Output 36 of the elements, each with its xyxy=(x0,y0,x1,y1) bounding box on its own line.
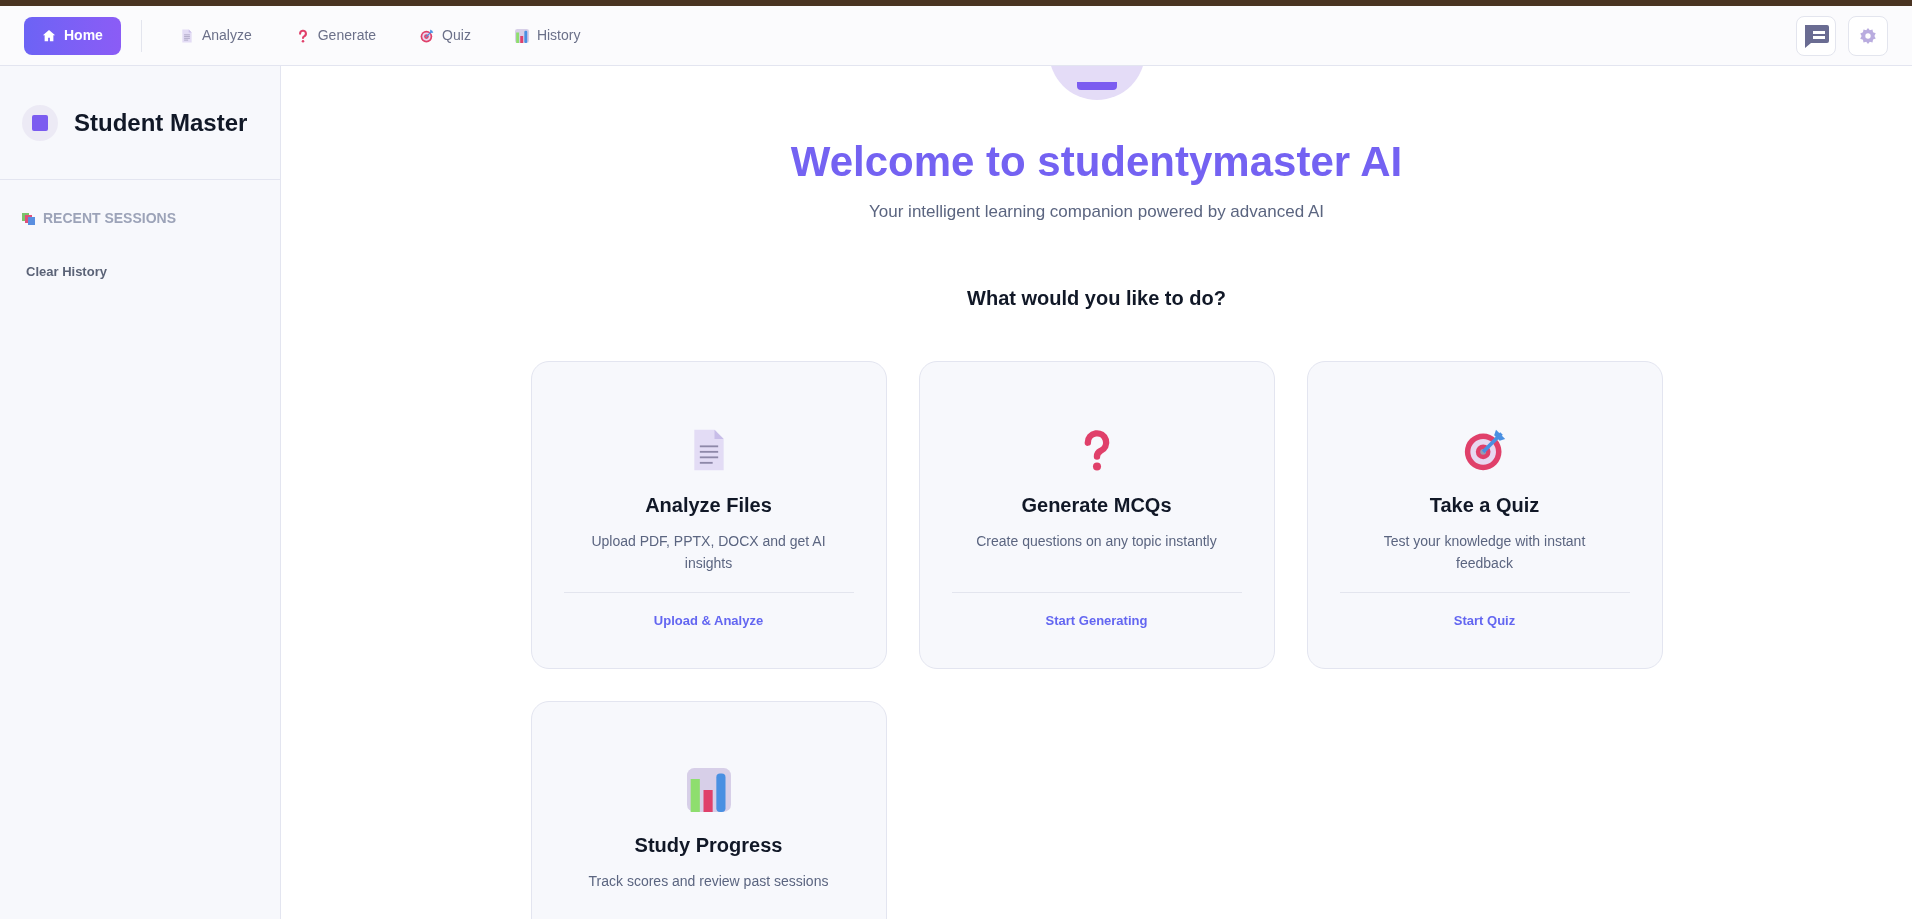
card-action-link[interactable]: Start Generating xyxy=(1045,610,1148,630)
card-description: Upload PDF, PPTX, DOCX and get AI insights xyxy=(590,531,827,573)
card-description: Track scores and review past sessions xyxy=(588,871,829,891)
target-icon xyxy=(1462,427,1507,472)
card-description: Create questions on any topic instantly xyxy=(976,531,1217,551)
clear-history-button[interactable]: Clear History xyxy=(22,262,111,282)
books-icon xyxy=(22,212,35,225)
app-title: Student Master xyxy=(74,107,248,138)
card-description: Test your knowledge with instant feedback xyxy=(1382,531,1587,573)
feature-card[interactable]: Take a Quiz Test your knowledge with instant feedback Start Quiz xyxy=(1306,360,1663,669)
card-title: Analyze Files xyxy=(645,492,772,518)
chat-button[interactable] xyxy=(1796,15,1836,56)
prompt-heading: What would you like to do? xyxy=(967,285,1226,311)
bar-chart-icon xyxy=(686,767,731,812)
logo-icon xyxy=(22,104,58,141)
feature-card[interactable]: Analyze Files Upload PDF, PPTX, DOCX and get AI insights Upload & Analyze xyxy=(530,360,887,669)
card-action-link[interactable]: Start Quiz xyxy=(1453,610,1516,630)
nav-tab[interactable]: Quiz xyxy=(402,16,489,55)
document-icon xyxy=(179,28,194,43)
nav-tab[interactable]: Analyze xyxy=(161,16,270,55)
target-icon xyxy=(420,28,435,43)
nav-tab[interactable]: History xyxy=(496,16,599,55)
feature-card[interactable]: Generate MCQs Create questions on any topic instantly Start Generating xyxy=(918,360,1275,669)
subtitle: Your intelligent learning companion powered by advanced AI xyxy=(869,201,1324,223)
card-title: Generate MCQs xyxy=(1021,492,1172,518)
house-icon xyxy=(42,28,56,43)
nav-tab[interactable]: Home xyxy=(24,16,121,55)
bar-chart-icon xyxy=(514,28,529,43)
card-title: Study Progress xyxy=(634,832,783,858)
welcome-heading: Welcome to studentymaster AI xyxy=(790,137,1403,187)
settings-icon xyxy=(1859,26,1877,45)
card-title: Take a Quiz xyxy=(1429,492,1540,518)
card-action-link[interactable]: Upload & Analyze xyxy=(653,610,764,630)
section-heading: RECENT SESSIONS xyxy=(43,209,177,228)
nav-tab[interactable]: Generate xyxy=(277,16,395,55)
feature-card[interactable]: Study Progress Track scores and review past sessions xyxy=(530,700,887,919)
